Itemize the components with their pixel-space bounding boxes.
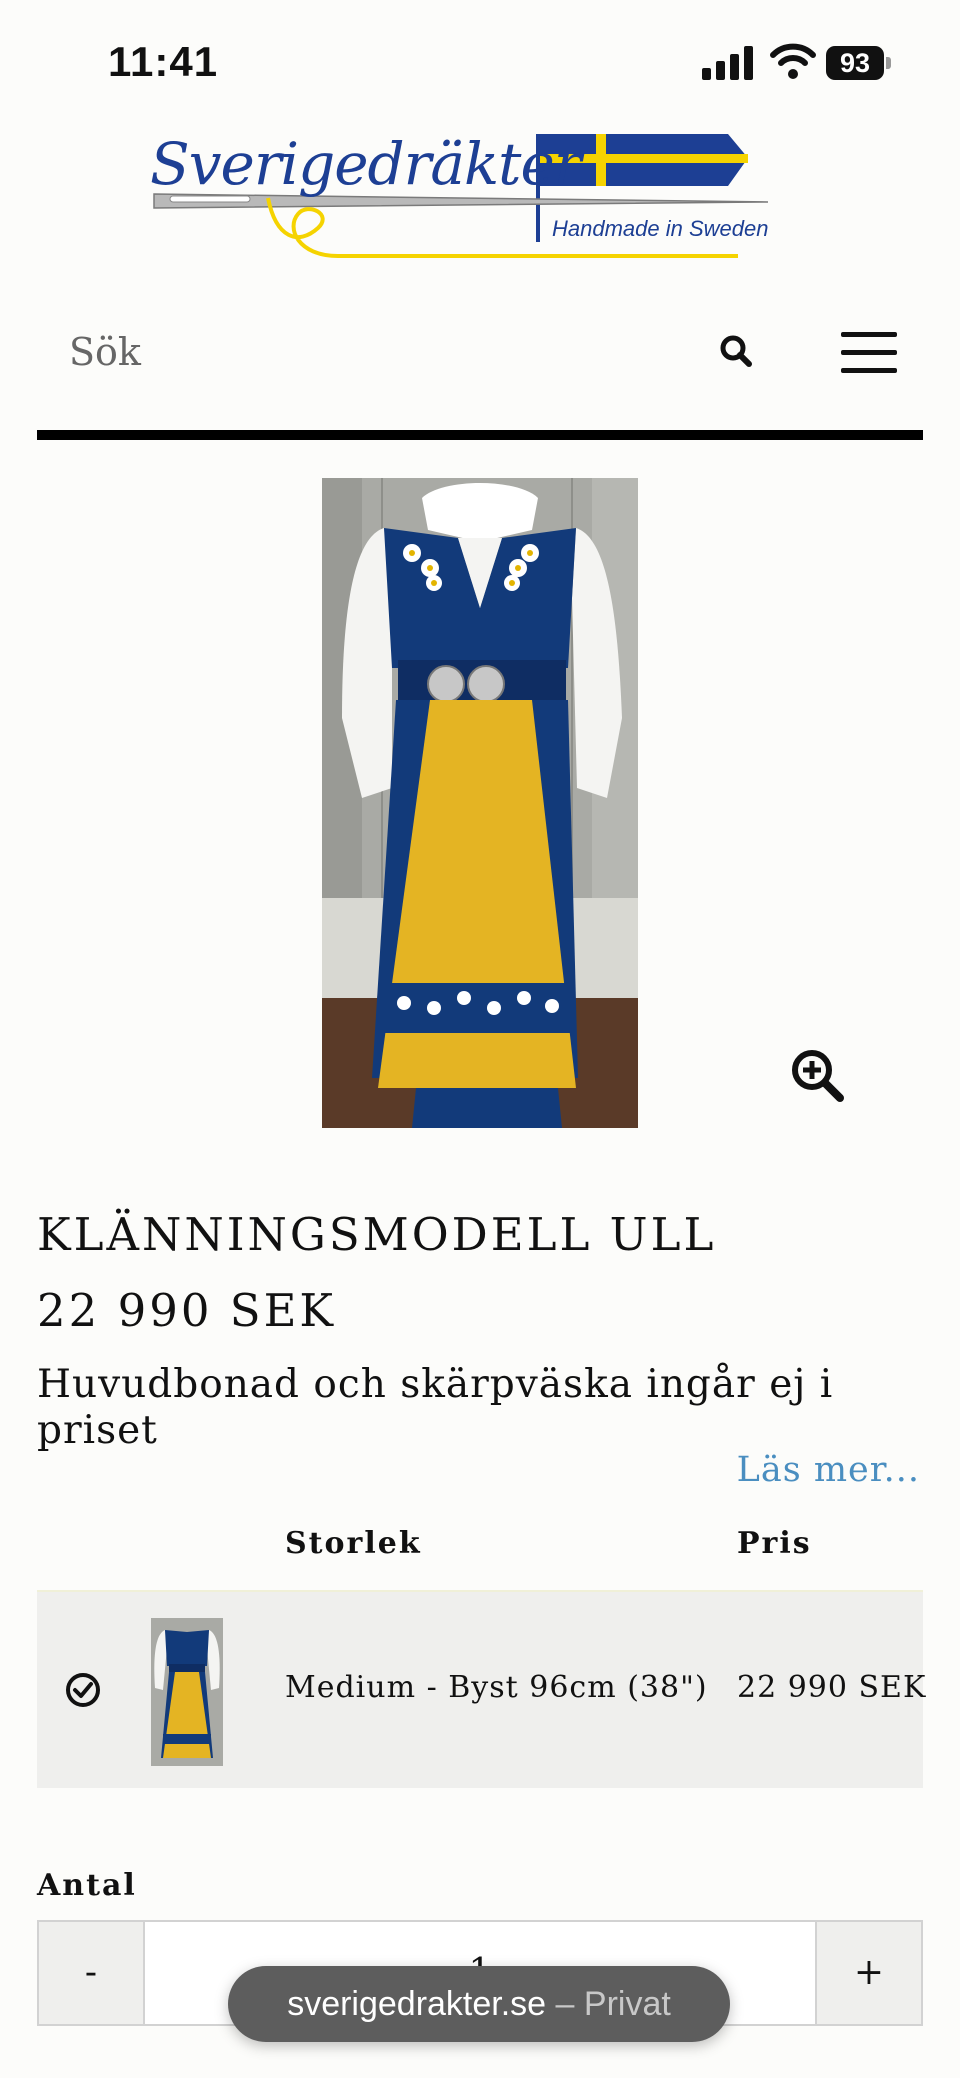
variant-table-header: Storlek Pris — [37, 1520, 923, 1593]
clock: 11:41 — [108, 38, 219, 85]
variant-size: Medium - Byst 96cm (38") — [285, 1670, 708, 1705]
product-title: KLÄNNINGSMODELL ULL — [37, 1208, 717, 1261]
site-logo[interactable]: Sverigedräkter Handmade in Sweden — [148, 128, 808, 264]
logo-brand: Sverigedräkter — [150, 130, 581, 198]
quantity-increase-button[interactable]: + — [815, 1922, 921, 2024]
browser-address-bar[interactable]: sverigedrakter.se – Privat — [228, 1966, 730, 2042]
search-icon[interactable] — [713, 328, 761, 376]
variant-thumbnail — [151, 1618, 223, 1766]
wifi-icon — [770, 43, 816, 79]
signal-icon — [702, 46, 753, 80]
quantity-label: Antal — [37, 1868, 137, 1903]
read-more-link[interactable]: Läs mer... — [737, 1450, 920, 1490]
private-mode-label: – Privat — [555, 1985, 671, 2023]
column-header-size: Storlek — [285, 1526, 422, 1561]
battery-level: 93 — [826, 46, 884, 80]
product-description: Huvudbonad och skärpväska ingår ej i pri… — [37, 1362, 834, 1453]
menu-icon[interactable] — [837, 328, 907, 378]
logo-tagline: Handmade in Sweden — [552, 216, 769, 241]
battery-icon: 93 — [826, 46, 892, 80]
zoom-in-icon[interactable] — [790, 1048, 846, 1104]
check-circle-icon[interactable] — [65, 1672, 101, 1708]
search-input[interactable] — [37, 300, 757, 404]
quantity-decrease-button[interactable]: - — [39, 1922, 145, 2024]
divider — [37, 430, 923, 440]
status-bar: 11:41 93 — [0, 0, 960, 120]
column-header-price: Pris — [737, 1526, 812, 1561]
product-price: 22 990 SEK — [37, 1284, 337, 1337]
address-domain: sverigedrakter.se — [287, 1985, 547, 2023]
product-image[interactable] — [322, 478, 638, 1128]
search-bar — [37, 300, 923, 404]
variant-price: 22 990 SEK — [737, 1670, 927, 1705]
variant-row[interactable]: Medium - Byst 96cm (38") 22 990 SEK — [37, 1592, 927, 1788]
